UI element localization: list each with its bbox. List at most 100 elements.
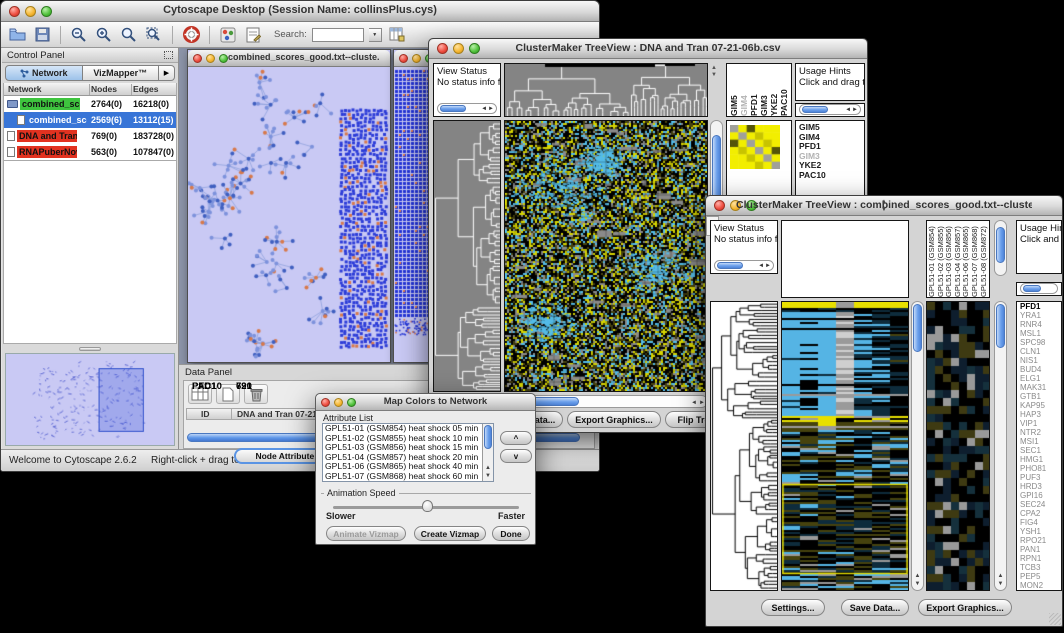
treeview-button[interactable]: Export Graphics... xyxy=(918,599,1012,616)
gene-label[interactable]: RNR4 xyxy=(1017,320,1061,329)
gene-label[interactable]: MON2 xyxy=(1017,581,1061,590)
close-button[interactable] xyxy=(193,54,202,63)
move-up-button[interactable]: ^ xyxy=(500,431,532,445)
search-input[interactable] xyxy=(312,28,364,42)
network-overview-canvas[interactable] xyxy=(5,353,175,446)
close-button[interactable] xyxy=(399,54,408,63)
gene-label[interactable]: MSL1 xyxy=(1017,329,1061,338)
gene-label[interactable]: YSH1 xyxy=(1017,527,1061,536)
heatmap-canvas[interactable] xyxy=(505,121,707,391)
gene-label[interactable]: NTR2 xyxy=(1017,428,1061,437)
gene-label[interactable]: HRD3 xyxy=(1017,482,1061,491)
network-row[interactable]: DNA and Tran 07 769(0) 183728(0) xyxy=(4,128,176,144)
column-label[interactable]: GPL51-01 (GSM854) xyxy=(928,221,937,297)
gene-label[interactable]: SEC1 xyxy=(1017,446,1061,455)
gene-label[interactable]: NIS1 xyxy=(1017,356,1061,365)
treeview-button[interactable]: Export Graphics... xyxy=(567,411,661,428)
tab-network[interactable]: Network xyxy=(5,65,83,81)
zoom-window-button[interactable] xyxy=(219,54,228,63)
gene-label[interactable]: BUD4 xyxy=(1017,365,1061,374)
column-label[interactable]: GPL51-08 (GSM872) xyxy=(980,221,989,297)
usage-scrollbar-panel[interactable] xyxy=(1016,282,1062,296)
network-view-titlebar[interactable]: combined_scores_good.txt--cluste... xyxy=(188,50,390,67)
column-label[interactable]: YKE2 xyxy=(770,64,779,116)
spinner-arrows[interactable]: ▲▼ xyxy=(711,65,717,79)
gene-label[interactable]: HAP3 xyxy=(1017,410,1061,419)
dialog-button[interactable]: Create Vizmap xyxy=(414,526,486,541)
search-options-icon[interactable] xyxy=(387,25,407,45)
column-labels-scrollbar[interactable] xyxy=(994,220,1007,276)
status-scrollbar[interactable]: ◄► xyxy=(437,103,497,114)
treeview-button[interactable]: Settings... xyxy=(761,599,825,616)
column-label[interactable]: GPL51-02 (GSM855) xyxy=(937,221,946,297)
zoom-fit-icon[interactable] xyxy=(119,25,139,45)
dialog-titlebar[interactable]: Map Colors to Network xyxy=(316,394,535,411)
attribute-list[interactable]: GPL51-01 (GSM854) heat shock 05 minGPL51… xyxy=(322,423,494,482)
column-label[interactable]: PAC10 xyxy=(780,64,789,116)
column-label[interactable]: GPL51-03 (GSM856) xyxy=(945,221,954,297)
search-dropdown-button[interactable]: ▼ xyxy=(369,28,382,42)
gene-label[interactable]: RPN1 xyxy=(1017,554,1061,563)
gene-label[interactable]: RPO21 xyxy=(1017,536,1061,545)
gene-label[interactable]: PFD1 xyxy=(1017,302,1061,311)
network-view-titlebar[interactable] xyxy=(394,50,430,67)
annotation-icon[interactable] xyxy=(243,25,263,45)
gene-label[interactable]: VIP1 xyxy=(1017,419,1061,428)
heatmap-canvas[interactable] xyxy=(782,302,908,590)
row-dendrogram-canvas[interactable] xyxy=(434,121,500,391)
float-panel-icon[interactable] xyxy=(164,51,173,59)
attribute-list-scrollbar[interactable]: ▲ ▼ xyxy=(482,424,493,481)
network-row[interactable]: RNAPuberNov2+ 563(0) 107847(0) xyxy=(4,144,176,160)
column-label[interactable]: GIM3 xyxy=(760,64,769,116)
heatmap-vertical-scrollbar[interactable]: ▲ ▼ xyxy=(911,301,924,591)
open-file-icon[interactable] xyxy=(7,25,27,45)
vizmap-icon[interactable] xyxy=(218,25,238,45)
zoom-selected-icon[interactable] xyxy=(144,25,164,45)
minimize-button[interactable] xyxy=(334,398,343,407)
row-dendrogram-panel[interactable] xyxy=(710,301,778,591)
gene-label[interactable]: FIG4 xyxy=(1017,518,1061,527)
gene-label[interactable]: ELG1 xyxy=(1017,374,1061,383)
treeview-button[interactable]: Save Data... xyxy=(841,599,909,616)
gene-label[interactable]: YRA1 xyxy=(1017,311,1061,320)
minimize-button[interactable] xyxy=(412,54,421,63)
column-label[interactable]: GPL51-07 (GSM868) xyxy=(971,221,980,297)
status-scrollbar[interactable]: ◄► xyxy=(714,260,774,271)
column-label[interactable]: PFD1 xyxy=(750,64,759,116)
gene-label[interactable]: PAN1 xyxy=(1017,545,1061,554)
zoom-in-icon[interactable] xyxy=(94,25,114,45)
close-button[interactable] xyxy=(437,43,448,54)
zoom-heatmap-canvas[interactable] xyxy=(730,125,780,169)
network-list-header[interactable]: Network Nodes Edges xyxy=(4,83,176,96)
usage-scrollbar-panel[interactable]: ◄► xyxy=(795,103,865,117)
heatmap-panel[interactable] xyxy=(781,301,909,591)
gene-label[interactable]: HMG1 xyxy=(1017,455,1061,464)
attribute-item[interactable]: GPL51-07 (GSM868) heat shock 60 min xyxy=(323,472,493,482)
column-dendrogram-panel[interactable] xyxy=(504,63,708,117)
gene-label[interactable]: GPI16 xyxy=(1017,491,1061,500)
column-label[interactable]: GIM5 xyxy=(730,64,739,116)
resize-grip[interactable] xyxy=(1049,613,1061,625)
gene-label[interactable]: CLN1 xyxy=(1017,347,1061,356)
gene-label[interactable]: MAK31 xyxy=(1017,383,1061,392)
row-dendrogram-canvas[interactable] xyxy=(711,302,777,590)
move-down-button[interactable]: v xyxy=(500,449,532,463)
row-dendrogram-panel[interactable] xyxy=(433,120,501,392)
heatmap-panel[interactable] xyxy=(504,120,708,392)
column-label[interactable]: GIM4 xyxy=(740,64,749,116)
treeview1-titlebar[interactable]: ClusterMaker TreeView : DNA and Tran 07-… xyxy=(429,39,867,59)
minimize-button[interactable] xyxy=(206,54,215,63)
gene-label[interactable]: PEP5 xyxy=(1017,572,1061,581)
main-titlebar[interactable]: Cytoscape Desktop (Session Name: collins… xyxy=(1,1,599,22)
zoom-heatmap-canvas[interactable] xyxy=(927,302,989,590)
dialog-button[interactable]: Done xyxy=(492,526,530,541)
column-dendrogram-panel[interactable] xyxy=(781,220,909,298)
gene-label[interactable]: TCB3 xyxy=(1017,563,1061,572)
tab-vizmapper[interactable]: VizMapper™ xyxy=(83,65,160,81)
gene-label[interactable]: MSI1 xyxy=(1017,437,1061,446)
close-button[interactable] xyxy=(321,398,330,407)
close-button[interactable] xyxy=(9,6,20,17)
gene-label[interactable]: PHO81 xyxy=(1017,464,1061,473)
column-label[interactable]: GPL51-06 (GSM865) xyxy=(962,221,971,297)
zoom-out-icon[interactable] xyxy=(69,25,89,45)
